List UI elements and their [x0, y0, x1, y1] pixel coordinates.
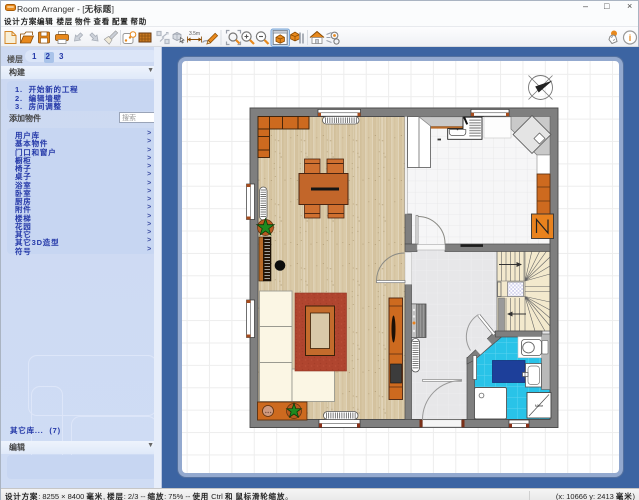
svg-text:i: i	[629, 33, 632, 43]
svg-text:Miele: Miele	[535, 404, 543, 408]
svg-text:3.5m: 3.5m	[189, 31, 200, 37]
